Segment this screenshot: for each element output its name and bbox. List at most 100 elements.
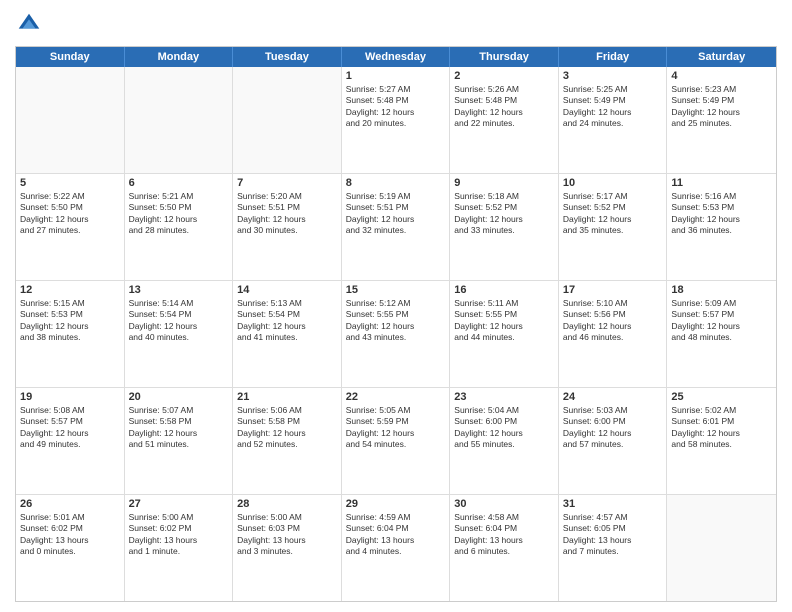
day-info: Sunrise: 5:06 AM Sunset: 5:58 PM Dayligh… <box>237 405 337 451</box>
day-info: Sunrise: 5:12 AM Sunset: 5:55 PM Dayligh… <box>346 298 446 344</box>
calendar-day-27: 27 Sunrise: 5:00 AM Sunset: 6:02 PM Dayli… <box>125 495 234 601</box>
day-info: Sunrise: 4:58 AM Sunset: 6:04 PM Dayligh… <box>454 512 554 558</box>
calendar-empty-cell <box>16 67 125 173</box>
calendar-day-25: 25 Sunrise: 5:02 AM Sunset: 6:01 PM Dayli… <box>667 388 776 494</box>
day-info: Sunrise: 5:05 AM Sunset: 5:59 PM Dayligh… <box>346 405 446 451</box>
day-info: Sunrise: 5:21 AM Sunset: 5:50 PM Dayligh… <box>129 191 229 237</box>
page: SundayMondayTuesdayWednesdayThursdayFrid… <box>0 0 792 612</box>
day-info: Sunrise: 5:18 AM Sunset: 5:52 PM Dayligh… <box>454 191 554 237</box>
calendar-day-20: 20 Sunrise: 5:07 AM Sunset: 5:58 PM Dayli… <box>125 388 234 494</box>
day-number: 16 <box>454 284 554 296</box>
day-info: Sunrise: 5:09 AM Sunset: 5:57 PM Dayligh… <box>671 298 772 344</box>
day-number: 4 <box>671 70 772 82</box>
day-number: 24 <box>563 391 663 403</box>
day-number: 15 <box>346 284 446 296</box>
calendar-day-17: 17 Sunrise: 5:10 AM Sunset: 5:56 PM Dayli… <box>559 281 668 387</box>
weekday-header-wednesday: Wednesday <box>342 47 451 67</box>
day-info: Sunrise: 5:20 AM Sunset: 5:51 PM Dayligh… <box>237 191 337 237</box>
day-info: Sunrise: 5:22 AM Sunset: 5:50 PM Dayligh… <box>20 191 120 237</box>
day-number: 14 <box>237 284 337 296</box>
day-number: 30 <box>454 498 554 510</box>
calendar-row-0: 1Sunrise: 5:27 AM Sunset: 5:48 PM Daylig… <box>16 67 776 173</box>
day-number: 23 <box>454 391 554 403</box>
day-info: Sunrise: 5:19 AM Sunset: 5:51 PM Dayligh… <box>346 191 446 237</box>
calendar-day-18: 18 Sunrise: 5:09 AM Sunset: 5:57 PM Dayli… <box>667 281 776 387</box>
day-number: 26 <box>20 498 120 510</box>
day-number: 3 <box>563 70 663 82</box>
day-info: Sunrise: 5:10 AM Sunset: 5:56 PM Dayligh… <box>563 298 663 344</box>
calendar-day-14: 14 Sunrise: 5:13 AM Sunset: 5:54 PM Dayli… <box>233 281 342 387</box>
calendar-row-3: 19 Sunrise: 5:08 AM Sunset: 5:57 PM Dayli… <box>16 387 776 494</box>
calendar-day-13: 13Sunrise: 5:14 AM Sunset: 5:54 PM Dayli… <box>125 281 234 387</box>
calendar-day-8: 8 Sunrise: 5:19 AM Sunset: 5:51 PM Daylig… <box>342 174 451 280</box>
day-number: 11 <box>671 177 772 189</box>
calendar-day-4: 4 Sunrise: 5:23 AM Sunset: 5:49 PM Daylig… <box>667 67 776 173</box>
day-info: Sunrise: 5:03 AM Sunset: 6:00 PM Dayligh… <box>563 405 663 451</box>
weekday-header-sunday: Sunday <box>16 47 125 67</box>
calendar-header-row: SundayMondayTuesdayWednesdayThursdayFrid… <box>16 47 776 67</box>
weekday-header-saturday: Saturday <box>667 47 776 67</box>
calendar-day-16: 16 Sunrise: 5:11 AM Sunset: 5:55 PM Dayli… <box>450 281 559 387</box>
day-number: 10 <box>563 177 663 189</box>
calendar-day-29: 29Sunrise: 4:59 AM Sunset: 6:04 PM Dayli… <box>342 495 451 601</box>
calendar-day-21: 21 Sunrise: 5:06 AM Sunset: 5:58 PM Dayli… <box>233 388 342 494</box>
calendar-day-1: 1Sunrise: 5:27 AM Sunset: 5:48 PM Daylig… <box>342 67 451 173</box>
weekday-header-thursday: Thursday <box>450 47 559 67</box>
calendar-day-28: 28 Sunrise: 5:00 AM Sunset: 6:03 PM Dayli… <box>233 495 342 601</box>
calendar-day-23: 23 Sunrise: 5:04 AM Sunset: 6:00 PM Dayli… <box>450 388 559 494</box>
calendar-day-2: 2Sunrise: 5:26 AM Sunset: 5:48 PM Daylig… <box>450 67 559 173</box>
day-info: Sunrise: 4:59 AM Sunset: 6:04 PM Dayligh… <box>346 512 446 558</box>
day-info: Sunrise: 5:15 AM Sunset: 5:53 PM Dayligh… <box>20 298 120 344</box>
day-number: 19 <box>20 391 120 403</box>
day-info: Sunrise: 5:01 AM Sunset: 6:02 PM Dayligh… <box>20 512 120 558</box>
calendar: SundayMondayTuesdayWednesdayThursdayFrid… <box>15 46 777 602</box>
calendar-day-7: 7Sunrise: 5:20 AM Sunset: 5:51 PM Daylig… <box>233 174 342 280</box>
calendar-day-5: 5Sunrise: 5:22 AM Sunset: 5:50 PM Daylig… <box>16 174 125 280</box>
day-info: Sunrise: 5:00 AM Sunset: 6:03 PM Dayligh… <box>237 512 337 558</box>
day-info: Sunrise: 5:25 AM Sunset: 5:49 PM Dayligh… <box>563 84 663 130</box>
day-number: 28 <box>237 498 337 510</box>
calendar-day-31: 31 Sunrise: 4:57 AM Sunset: 6:05 PM Dayli… <box>559 495 668 601</box>
header <box>15 10 777 38</box>
day-info: Sunrise: 5:02 AM Sunset: 6:01 PM Dayligh… <box>671 405 772 451</box>
day-info: Sunrise: 5:13 AM Sunset: 5:54 PM Dayligh… <box>237 298 337 344</box>
calendar-day-26: 26 Sunrise: 5:01 AM Sunset: 6:02 PM Dayli… <box>16 495 125 601</box>
calendar-empty-cell <box>667 495 776 601</box>
day-number: 25 <box>671 391 772 403</box>
calendar-day-9: 9 Sunrise: 5:18 AM Sunset: 5:52 PM Daylig… <box>450 174 559 280</box>
day-number: 18 <box>671 284 772 296</box>
day-info: Sunrise: 5:11 AM Sunset: 5:55 PM Dayligh… <box>454 298 554 344</box>
day-number: 12 <box>20 284 120 296</box>
calendar-day-15: 15 Sunrise: 5:12 AM Sunset: 5:55 PM Dayli… <box>342 281 451 387</box>
day-info: Sunrise: 5:23 AM Sunset: 5:49 PM Dayligh… <box>671 84 772 130</box>
day-number: 13 <box>129 284 229 296</box>
calendar-day-22: 22Sunrise: 5:05 AM Sunset: 5:59 PM Dayli… <box>342 388 451 494</box>
calendar-day-10: 10 Sunrise: 5:17 AM Sunset: 5:52 PM Dayli… <box>559 174 668 280</box>
calendar-body: 1Sunrise: 5:27 AM Sunset: 5:48 PM Daylig… <box>16 67 776 601</box>
day-number: 27 <box>129 498 229 510</box>
day-info: Sunrise: 5:08 AM Sunset: 5:57 PM Dayligh… <box>20 405 120 451</box>
calendar-day-12: 12 Sunrise: 5:15 AM Sunset: 5:53 PM Dayli… <box>16 281 125 387</box>
logo <box>15 10 47 38</box>
calendar-day-30: 30 Sunrise: 4:58 AM Sunset: 6:04 PM Dayli… <box>450 495 559 601</box>
weekday-header-monday: Monday <box>125 47 234 67</box>
day-info: Sunrise: 5:17 AM Sunset: 5:52 PM Dayligh… <box>563 191 663 237</box>
day-info: Sunrise: 5:16 AM Sunset: 5:53 PM Dayligh… <box>671 191 772 237</box>
day-info: Sunrise: 5:00 AM Sunset: 6:02 PM Dayligh… <box>129 512 229 558</box>
day-info: Sunrise: 4:57 AM Sunset: 6:05 PM Dayligh… <box>563 512 663 558</box>
calendar-row-1: 5Sunrise: 5:22 AM Sunset: 5:50 PM Daylig… <box>16 173 776 280</box>
day-number: 9 <box>454 177 554 189</box>
day-number: 1 <box>346 70 446 82</box>
calendar-day-6: 6Sunrise: 5:21 AM Sunset: 5:50 PM Daylig… <box>125 174 234 280</box>
day-number: 21 <box>237 391 337 403</box>
day-info: Sunrise: 5:07 AM Sunset: 5:58 PM Dayligh… <box>129 405 229 451</box>
calendar-row-4: 26 Sunrise: 5:01 AM Sunset: 6:02 PM Dayli… <box>16 494 776 601</box>
day-number: 8 <box>346 177 446 189</box>
day-number: 31 <box>563 498 663 510</box>
day-number: 17 <box>563 284 663 296</box>
day-number: 20 <box>129 391 229 403</box>
day-info: Sunrise: 5:04 AM Sunset: 6:00 PM Dayligh… <box>454 405 554 451</box>
logo-icon <box>15 10 43 38</box>
calendar-day-19: 19 Sunrise: 5:08 AM Sunset: 5:57 PM Dayli… <box>16 388 125 494</box>
calendar-day-3: 3 Sunrise: 5:25 AM Sunset: 5:49 PM Daylig… <box>559 67 668 173</box>
